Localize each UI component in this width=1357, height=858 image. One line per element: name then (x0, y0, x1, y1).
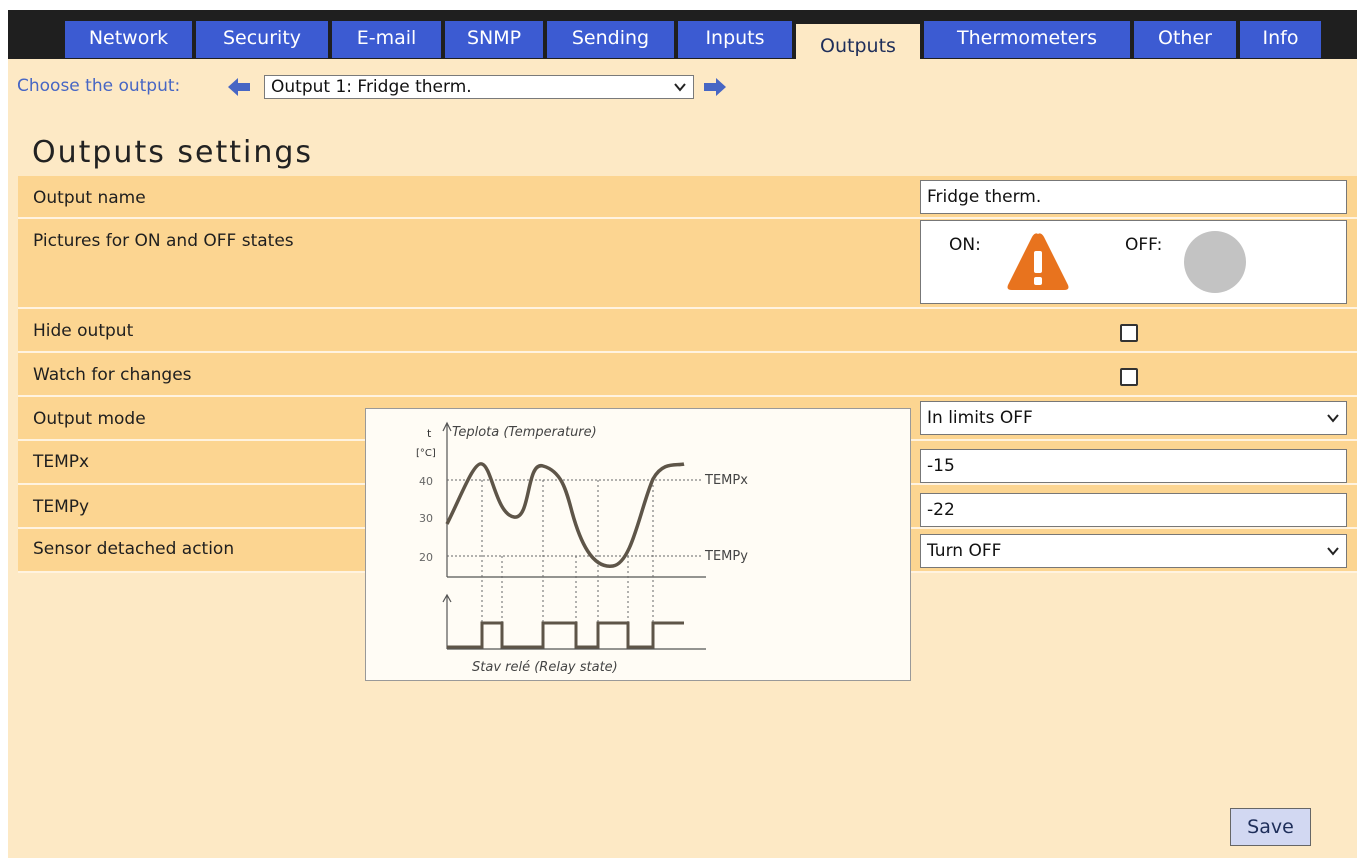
pictures-label: Pictures for ON and OFF states (33, 231, 294, 251)
output-select-value: Output 1: Fridge therm. (271, 77, 472, 97)
t-label: t (427, 427, 432, 440)
mode-diagram-graphic: t [°C] Teplota (Temperature) 40 30 20 TE… (416, 421, 748, 675)
tick-40: 40 (419, 475, 433, 488)
watch-changes-label: Watch for changes (33, 365, 192, 385)
tempx-diagram-label: TEMPx (704, 473, 748, 488)
chevron-down-icon (674, 83, 686, 92)
sensor-detached-select[interactable]: Turn OFF (920, 534, 1347, 568)
output-name-label: Output name (33, 188, 146, 208)
off-label: OFF: (1125, 235, 1163, 255)
tab-thermometers[interactable]: Thermometers (924, 21, 1130, 58)
tempx-label: TEMPx (33, 452, 90, 472)
output-mode-diagram: t [°C] Teplota (Temperature) 40 30 20 TE… (365, 408, 911, 681)
gray-circle-icon[interactable] (1184, 231, 1246, 293)
tempy-label: TEMPy (33, 497, 90, 517)
tick-30: 30 (419, 512, 433, 525)
tab-email[interactable]: E-mail (332, 21, 441, 58)
tempy-value: -22 (927, 500, 955, 520)
diagram-title: Teplota (Temperature) (452, 425, 597, 440)
arrow-left-icon[interactable] (228, 78, 250, 96)
page-title: Outputs settings (32, 135, 314, 170)
settings-panel: Network Security E-mail SNMP Sending Inp… (8, 10, 1357, 858)
tempx-input[interactable]: -15 (920, 449, 1347, 483)
tempy-input[interactable]: -22 (920, 493, 1347, 527)
on-label: ON: (949, 235, 981, 255)
sensor-detached-label: Sensor detached action (33, 539, 235, 559)
save-button[interactable]: Save (1230, 808, 1311, 846)
tab-bar: Network Security E-mail SNMP Sending Inp… (8, 10, 1357, 60)
tab-outputs[interactable]: Outputs (796, 24, 920, 60)
output-mode-label: Output mode (33, 409, 146, 429)
pictures-box[interactable]: ON: OFF: (920, 220, 1347, 304)
hide-output-label: Hide output (33, 321, 134, 341)
temperature-curve (445, 462, 685, 568)
row-hide-output: Hide output (18, 309, 1357, 353)
warning-triangle-icon[interactable] (1005, 231, 1071, 293)
tempx-value: -15 (927, 456, 955, 476)
tab-snmp[interactable]: SNMP (445, 21, 543, 58)
unit-label: [°C] (416, 448, 436, 459)
chevron-down-icon (1327, 414, 1339, 423)
row-watch-changes: Watch for changes (18, 353, 1357, 397)
tab-sending[interactable]: Sending (547, 21, 674, 58)
output-mode-value: In limits OFF (927, 408, 1033, 428)
output-name-input[interactable]: Fridge therm. (920, 180, 1347, 214)
relay-state-line (447, 621, 684, 649)
output-mode-select[interactable]: In limits OFF (920, 401, 1347, 435)
output-name-value: Fridge therm. (927, 187, 1042, 207)
choose-output-label: Choose the output: (17, 76, 181, 96)
output-select[interactable]: Output 1: Fridge therm. (264, 75, 694, 99)
tempy-diagram-label: TEMPy (704, 549, 748, 564)
hide-output-checkbox[interactable] (1120, 324, 1138, 342)
tab-other[interactable]: Other (1134, 21, 1236, 58)
tick-20: 20 (419, 551, 433, 564)
watch-changes-checkbox[interactable] (1120, 368, 1138, 386)
arrow-right-icon[interactable] (704, 78, 726, 96)
output-chooser: Choose the output: Output 1: Fridge ther… (8, 68, 808, 104)
chevron-down-icon (1327, 547, 1339, 556)
tab-network[interactable]: Network (65, 21, 192, 58)
tab-inputs[interactable]: Inputs (678, 21, 792, 58)
relay-label: Stav relé (Relay state) (472, 660, 618, 675)
sensor-detached-value: Turn OFF (927, 541, 1002, 561)
window-frame: Network Security E-mail SNMP Sending Inp… (0, 0, 1357, 858)
tab-security[interactable]: Security (196, 21, 328, 58)
tab-info[interactable]: Info (1240, 21, 1321, 58)
